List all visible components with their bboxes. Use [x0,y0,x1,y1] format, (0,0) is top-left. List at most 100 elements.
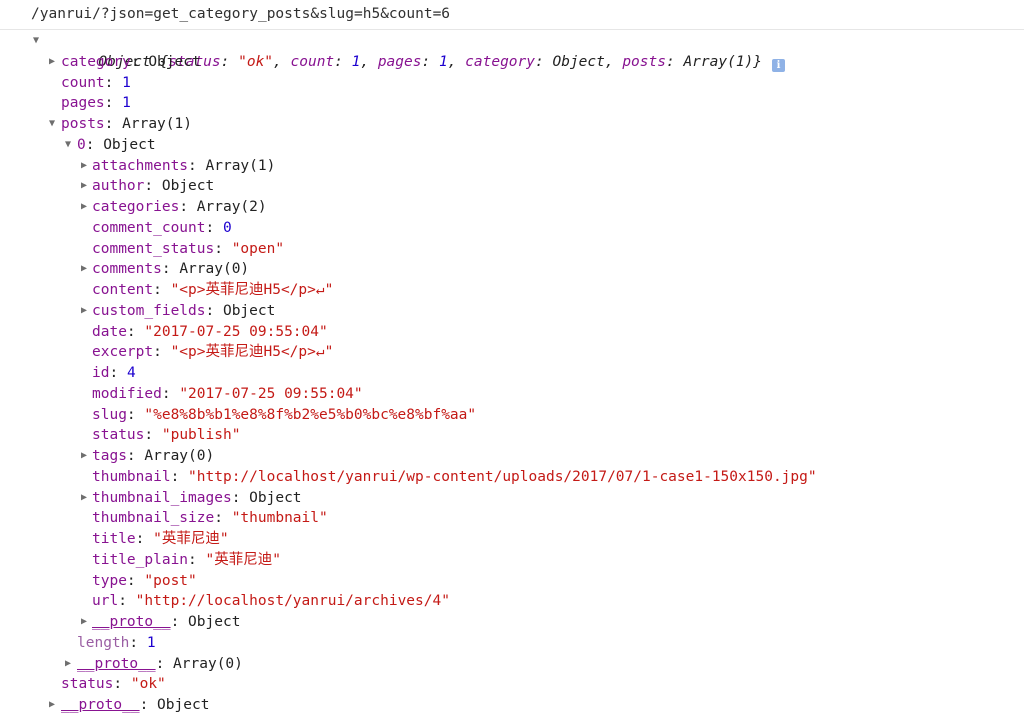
property-value: Array(0) [144,448,215,464]
property-row-id: id: 4 [0,363,1024,384]
property-entry: title: "英菲尼迪" [92,531,229,547]
root-object-row[interactable]: ▼ Object {status: "ok", count: 1, pages:… [0,31,1024,72]
property-entry: status: "ok" [61,676,166,693]
property-row-excerpt: excerpt: "<p>英菲尼迪H5</p>↵" [0,342,1024,363]
property-row-categories[interactable]: ▶ categories: Array(2) [0,197,1024,218]
property-row-comments[interactable]: ▶ comments: Array(0) [0,259,1024,280]
property-entry: url: "http://localhost/yanrui/archives/4… [92,593,450,610]
property-value: 1 [146,634,156,651]
property-row-date: date: "2017-07-25 09:55:04" [0,322,1024,343]
property-key: posts [61,116,105,132]
property-entry: __proto__: Array(0) [77,655,243,672]
property-row-category[interactable]: ▶ category: Object [0,52,1024,73]
property-row-pages: pages: 1 [0,93,1024,114]
property-entry: __proto__: Object [92,614,241,630]
property-key: type [92,572,127,589]
property-row-thumbnail: thumbnail: "http://localhost/yanrui/wp-c… [0,467,1024,488]
property-key: title_plain [92,551,189,568]
property-value: 1 [122,74,131,91]
property-row-thumbnail-images[interactable]: ▶ thumbnail_images: Object [0,488,1024,509]
expand-triangle-right-icon[interactable]: ▶ [78,612,90,633]
property-row-url: url: "http://localhost/yanrui/archives/4… [0,591,1024,612]
expand-triangle-right-icon[interactable]: ▶ [78,176,90,197]
property-value: "<p>英菲尼迪H5</p>↵" [170,344,334,361]
expand-triangle-right-icon[interactable]: ▶ [62,654,74,675]
property-value: Object [222,302,276,319]
property-entry: __proto__: Object [61,697,210,713]
property-value: Array(1) [122,116,192,132]
property-entry: comments: Array(0) [92,261,250,278]
property-key: status [61,676,114,693]
property-row-title-plain: title_plain: "英菲尼迪" [0,550,1024,571]
property-key: __proto__ [77,655,156,672]
property-key: pages [61,95,105,112]
property-value: "英菲尼迪" [205,551,281,568]
expand-triangle-right-icon[interactable]: ▶ [46,695,58,716]
property-row-length: length: 1 [0,633,1024,654]
property-entry: count: 1 [61,74,131,91]
property-entry: 0: Object [77,136,156,153]
expand-triangle-right-icon[interactable]: ▶ [78,446,90,467]
property-row-author[interactable]: ▶ author: Object [0,176,1024,197]
property-entry: modified: "2017-07-25 09:55:04" [92,385,363,402]
property-entry: categories: Array(2) [92,199,267,215]
expand-triangle-down-icon[interactable]: ▼ [46,114,58,135]
property-row-comment-count: comment_count: 0 [0,218,1024,239]
property-row-proto--[interactable]: ▶ __proto__: Object [0,612,1024,633]
property-key: __proto__ [92,614,171,630]
property-key: thumbnail_images [92,489,232,506]
expand-triangle-right-icon[interactable]: ▶ [46,52,58,73]
property-value: Array(2) [196,199,267,215]
property-entry: tags: Array(0) [92,448,215,464]
property-entry: attachments: Array(1) [92,157,276,174]
property-row-posts[interactable]: ▼ posts: Array(1) [0,114,1024,135]
property-value: Object [103,136,156,153]
property-row-count: count: 1 [0,73,1024,94]
property-row-proto--[interactable]: ▶ __proto__: Array(0) [0,654,1024,675]
property-value: "ok" [130,676,166,693]
property-row-slug: slug: "%e8%8b%b1%e8%8f%b2%e5%b0%bc%e8%bf… [0,405,1024,426]
property-entry: comment_count: 0 [92,219,232,236]
property-key: 0 [77,136,86,153]
property-key: date [92,323,127,340]
expand-triangle-down-icon[interactable]: ▼ [30,31,42,52]
property-key: __proto__ [61,697,140,713]
property-key: status [92,427,145,444]
property-entry: comment_status: "open" [92,240,285,257]
property-value: Object [249,489,302,506]
property-value: Array(0) [173,655,243,672]
property-key: id [92,365,110,381]
property-row-0[interactable]: ▼ 0: Object [0,135,1024,156]
expand-triangle-right-icon[interactable]: ▶ [78,156,90,177]
property-value: Object [148,53,201,70]
property-row-tags[interactable]: ▶ tags: Array(0) [0,446,1024,467]
property-entry: id: 4 [92,365,136,381]
console-object-tree: ▼ Object {status: "ok", count: 1, pages:… [0,31,1024,716]
property-row-proto--[interactable]: ▶ __proto__: Object [0,695,1024,716]
property-value: 4 [126,365,136,381]
property-key: comment_count [92,219,206,236]
expand-triangle-right-icon[interactable]: ▶ [78,259,90,280]
expand-triangle-right-icon[interactable]: ▶ [78,197,90,218]
property-entry: pages: 1 [61,95,131,112]
property-row-type: type: "post" [0,571,1024,592]
property-entry: posts: Array(1) [61,116,192,132]
property-value: "http://localhost/yanrui/archives/4" [135,593,450,610]
expand-triangle-right-icon[interactable]: ▶ [78,488,90,509]
property-row-custom-fields[interactable]: ▶ custom_fields: Object [0,301,1024,322]
property-key: categories [92,199,180,215]
property-entry: custom_fields: Object [92,302,276,319]
property-value: "thumbnail" [231,510,328,527]
property-key: modified [92,385,162,402]
property-value: 0 [222,219,232,236]
property-key: content [92,282,154,298]
property-entry: length: 1 [77,634,156,651]
expand-triangle-right-icon[interactable]: ▶ [78,301,90,322]
property-entry: slug: "%e8%8b%b1%e8%8f%b2%e5%b0%bc%e8%bf… [92,406,477,423]
property-value: "%e8%8b%b1%e8%8f%b2%e5%b0%bc%e8%bf%aa" [144,406,477,423]
property-row-content: content: "<p>英菲尼迪H5</p>↵" [0,280,1024,301]
property-row-attachments[interactable]: ▶ attachments: Array(1) [0,156,1024,177]
property-value: Array(0) [179,261,250,278]
property-key: slug [92,406,127,423]
expand-triangle-down-icon[interactable]: ▼ [62,135,74,156]
